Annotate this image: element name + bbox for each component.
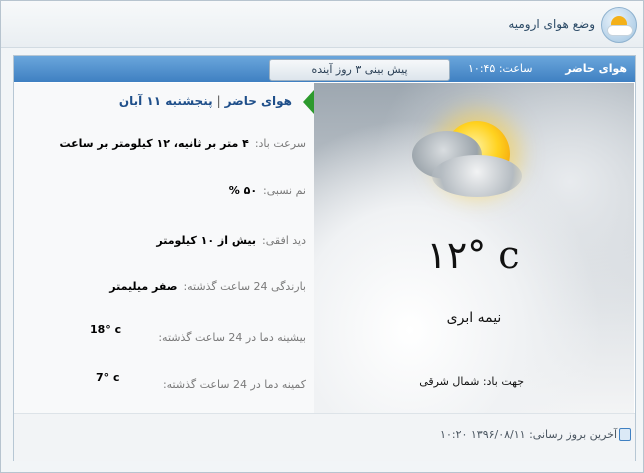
current-weather-image: ۱۲° c نیمه ابری جهت باد: شمال شرقی — [314, 83, 634, 413]
wind-direction: جهت باد: شمال شرقی — [419, 375, 524, 388]
min-temp-value: 7° c — [96, 371, 120, 384]
humidity-value: ۵۰ % — [228, 184, 258, 197]
details-column: هوای حاضر|پنجشنبه ۱۱ آبان سرعت باد: ۴ متر… — [14, 83, 314, 413]
wind-speed-row: سرعت باد: ۴ متر بر ثانیه، ۱۲ کیلومتر بر س… — [60, 137, 307, 150]
info-icon — [619, 428, 631, 441]
current-temperature: ۱۲° c — [426, 233, 522, 277]
wind-speed-value: ۴ متر بر ثانیه، ۱۲ کیلومتر بر ساعت — [59, 137, 249, 150]
visibility-row: دید افقی: بیش از ۱۰ کیلومتر — [156, 234, 306, 247]
visibility-label: دید افقی: — [262, 234, 306, 247]
tab-bar: هوای حاضر ساعت: ۱۰:۴۵ پیش بینی ۳ روز آین… — [14, 56, 635, 82]
humidity-row: نم نسبی: ۵۰ % — [229, 184, 306, 197]
min-temp-label: کمینه دما در 24 ساعت گذشته: — [162, 378, 306, 391]
current-time: ساعت: ۱۰:۴۵ — [468, 62, 533, 75]
weather-condition: نیمه ابری — [446, 310, 502, 326]
precipitation-label: بارندگی 24 ساعت گذشته: — [183, 280, 306, 293]
weather-panel: هوای حاضر ساعت: ۱۰:۴۵ پیش بینی ۳ روز آین… — [13, 55, 636, 461]
details-header-date: پنجشنبه ۱۱ آبان — [118, 94, 213, 108]
footer: آخرین بروز رسانی: ۱۳۹۶/۰۸/۱۱ ۱۰:۲۰ — [14, 413, 635, 461]
app-title: وضع هوای ارومیه — [508, 17, 595, 31]
cloud-icon — [607, 25, 633, 36]
details-header: هوای حاضر|پنجشنبه ۱۱ آبان — [119, 94, 292, 108]
precipitation-row: بارندگی 24 ساعت گذشته: صفر میلیمتر — [109, 280, 306, 293]
max-temp-value: 18° c — [90, 323, 122, 336]
tab-current-weather[interactable]: هوای حاضر — [565, 62, 627, 75]
min-temp-row: کمینه دما در 24 ساعت گذشته: — [163, 378, 306, 391]
app-header: وضع هوای ارومیه — [1, 1, 643, 48]
weather-app-icon — [601, 7, 637, 43]
details-header-now: هوای حاضر — [224, 94, 292, 108]
visibility-value: بیش از ۱۰ کیلومتر — [156, 234, 257, 247]
header-separator: | — [216, 94, 221, 108]
precipitation-value: صفر میلیمتر — [109, 280, 178, 293]
active-marker-icon — [303, 90, 314, 114]
last-update: آخرین بروز رسانی: ۱۳۹۶/۰۸/۱۱ ۱۰:۲۰ — [440, 428, 617, 441]
max-temp-label: بیشینه دما در 24 ساعت گذشته: — [158, 331, 306, 344]
cloud-graphic-front — [432, 155, 522, 197]
widget-frame: وضع هوای ارومیه هوای حاضر ساعت: ۱۰:۴۵ پی… — [0, 0, 644, 473]
humidity-label: نم نسبی: — [263, 184, 306, 197]
wind-speed-label: سرعت باد: — [254, 137, 306, 150]
max-temp-row: بیشینه دما در 24 ساعت گذشته: — [158, 331, 306, 344]
tab-forecast[interactable]: پیش بینی ۳ روز آینده — [269, 59, 450, 81]
